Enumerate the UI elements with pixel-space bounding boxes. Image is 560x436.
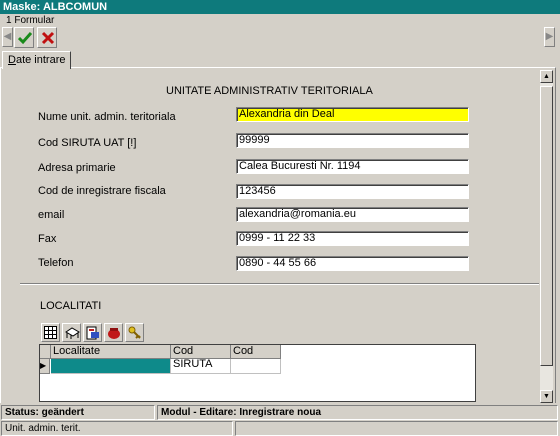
cancel-button[interactable] xyxy=(37,27,57,48)
grid-corner xyxy=(40,345,51,359)
email-field[interactable]: alexandria@romania.eu xyxy=(236,207,469,222)
confirm-button[interactable] xyxy=(14,27,34,48)
telefon-field[interactable]: 0890 - 44 55 66 xyxy=(236,256,469,271)
tab-label-mnemonic: D xyxy=(8,54,16,66)
scroll-up-arrow[interactable]: ▲ xyxy=(540,70,553,83)
export-button[interactable] xyxy=(83,323,102,342)
status-text: Status: geändert xyxy=(1,405,155,420)
scroll-right-button[interactable]: ▶ xyxy=(544,27,555,47)
delete-icon xyxy=(108,328,120,339)
tab-date-intrare[interactable]: Date intrare xyxy=(2,51,72,69)
export-icon xyxy=(86,326,99,340)
localitati-grid[interactable]: Localitate Cod SIRUTA Cod ▶ xyxy=(39,344,476,402)
status-extra-panel xyxy=(235,421,558,436)
table-view-button[interactable] xyxy=(41,323,60,342)
status-bar: Status: geändert Modul - Editare: Inregi… xyxy=(0,404,560,436)
column-header-localitate[interactable]: Localitate xyxy=(51,345,171,359)
row-indicator: ▶ xyxy=(40,359,50,374)
window-title: Maske: ALBCOMUN xyxy=(0,0,560,14)
adresa-primarie-field[interactable]: Calea Bucuresti Nr. 1194 xyxy=(236,159,469,174)
column-header-cod[interactable]: Cod xyxy=(231,345,281,359)
section-divider xyxy=(20,283,539,285)
checkmark-icon xyxy=(18,32,32,45)
grid-cell-cod[interactable] xyxy=(231,359,281,374)
grid-cell-localitate[interactable] xyxy=(51,359,171,374)
cod-siruta-field[interactable]: 99999 xyxy=(236,133,469,148)
column-header-cod-siruta[interactable]: Cod SIRUTA xyxy=(171,345,231,370)
table-icon xyxy=(44,326,57,339)
tab-label: ate intrare xyxy=(15,54,66,66)
label-cod-fiscal: Cod de inregistrare fiscala xyxy=(38,185,166,197)
section-title-uat: UNITATE ADMINISTRATIV TERITORIALA xyxy=(166,85,373,97)
label-nume-uat: Nume unit. admin. teritoriala xyxy=(38,111,176,123)
scroll-down-arrow[interactable]: ▼ xyxy=(540,390,553,403)
fax-field[interactable]: 0999 - 11 22 33 xyxy=(236,231,469,246)
modul-text: Modul - Editare: Inregistrare noua xyxy=(157,405,558,420)
scroll-left-button[interactable]: ◀ xyxy=(2,27,13,47)
grid-cell-cod-siruta[interactable] xyxy=(171,359,231,374)
edit-table-icon xyxy=(65,327,80,339)
edit-table-button[interactable] xyxy=(62,323,81,342)
label-telefon: Telefon xyxy=(38,257,74,269)
key-button[interactable] xyxy=(125,323,144,342)
cod-fiscal-field[interactable]: 123456 xyxy=(236,184,469,199)
delete-button[interactable] xyxy=(104,323,123,342)
scroll-thumb[interactable] xyxy=(540,86,553,366)
label-fax: Fax xyxy=(38,233,57,245)
form-subtitle: 1 Formular xyxy=(6,15,55,26)
vertical-scrollbar[interactable]: ▲ ▼ xyxy=(540,70,553,403)
label-adresa-primarie: Adresa primarie xyxy=(38,162,116,174)
main-toolbar: ◀ ▶ xyxy=(0,27,560,50)
key-icon xyxy=(128,326,141,339)
section-title-localitati: LOCALITATI xyxy=(40,300,102,312)
nume-uat-field[interactable]: Alexandria din Deal xyxy=(236,107,469,122)
label-email: email xyxy=(38,209,65,221)
field-hint: Unit. admin. terit. xyxy=(1,421,233,436)
x-icon xyxy=(41,31,55,45)
label-cod-siruta: Cod SIRUTA UAT [!] xyxy=(38,137,137,149)
